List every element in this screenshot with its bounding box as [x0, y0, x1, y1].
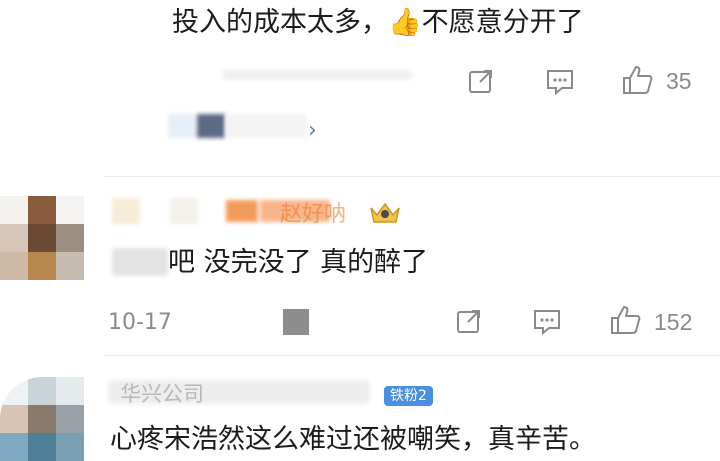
like-count: 152	[654, 309, 693, 335]
username[interactable]: 赵好呐	[280, 196, 346, 228]
like-button[interactable]	[621, 64, 655, 96]
avatar[interactable]	[0, 377, 84, 461]
share-icon	[469, 70, 492, 93]
thumbs-up-icon	[611, 306, 641, 334]
share-icon	[457, 310, 480, 333]
avatar[interactable]	[0, 196, 84, 280]
chevron-right-icon[interactable]: ›	[308, 118, 317, 143]
comment-text: 投入的成本太多，👍不愿意分开了	[172, 7, 584, 38]
thumbs-up-icon	[623, 66, 653, 94]
comment-icon	[534, 310, 560, 335]
divider	[104, 355, 720, 356]
username[interactable]: 华兴公司	[120, 378, 204, 408]
blurred-meta-line	[222, 70, 412, 80]
comment-button[interactable]	[545, 67, 575, 95]
like-button[interactable]	[609, 304, 643, 336]
blurred-reply-preview	[197, 114, 225, 138]
comment-button[interactable]	[532, 307, 562, 335]
blurred-username	[226, 200, 258, 222]
like-count: 35	[666, 68, 692, 94]
blurred-reply-preview	[168, 114, 196, 138]
blurred-reply-preview	[226, 114, 306, 138]
divider	[104, 176, 720, 177]
blurred-username	[170, 198, 198, 224]
comment-icon	[547, 70, 573, 95]
share-button[interactable]	[455, 307, 483, 335]
comment-text: 吧 没完没了 真的醉了	[168, 247, 429, 278]
comment-date: 10-17	[108, 310, 172, 335]
blurred-location	[283, 309, 309, 335]
comment-text: 心疼宋浩然这么难过还被嘲笑，真辛苦。	[110, 424, 596, 455]
blurred-username	[112, 198, 140, 224]
crown-icon	[368, 200, 402, 230]
fan-badge-label: 铁粉2	[390, 388, 427, 404]
blurred-comment-text	[112, 248, 168, 276]
share-button[interactable]	[467, 67, 495, 95]
fan-badge: 铁粉2	[384, 386, 433, 406]
